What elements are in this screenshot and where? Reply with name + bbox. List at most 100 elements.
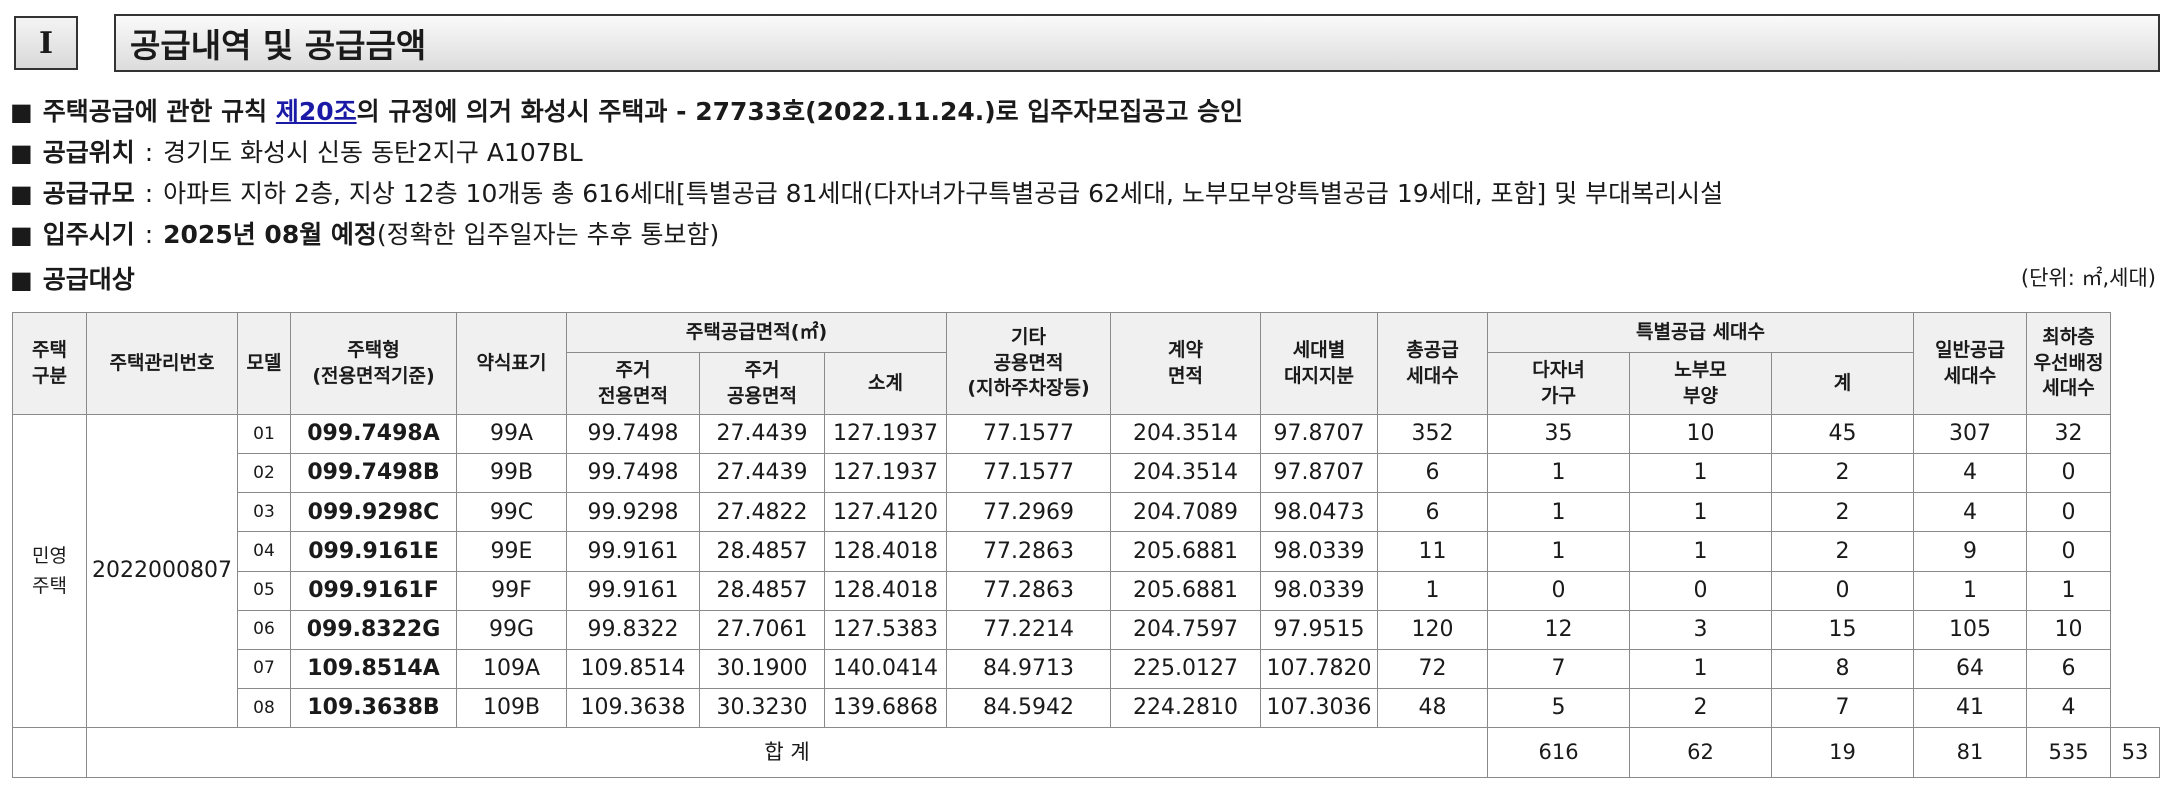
abbr-cell: 99C: [456, 492, 567, 533]
table-row: 민영 주택 2022000807 01 099.7498A 99A 99.7498 27.44…: [12, 413, 2160, 729]
general-cell: 4: [1913, 492, 2028, 533]
ssum-cell: 45: [1771, 413, 1915, 455]
parents-cell: 1: [1629, 492, 1773, 533]
other-cell: 84.5942: [946, 687, 1112, 729]
section-number: I: [14, 16, 78, 70]
total-cell: 6: [1377, 453, 1489, 494]
total-cell: 48: [1377, 687, 1489, 729]
ssum-cell: 8: [1771, 648, 1915, 689]
house-type-cell: 099.7498B: [290, 453, 457, 494]
contract-cell: 204.3514: [1110, 453, 1262, 494]
comm-cell: 27.4822: [699, 492, 825, 533]
table-row: 05 099.9161F 99F 99.9161 28.4857 128.4018 77.2…: [13, 570, 2160, 611]
other-cell: 77.1577: [946, 413, 1112, 455]
category-header: 주택 구분: [12, 312, 87, 415]
multi-cell: 35: [1487, 413, 1631, 455]
land-cell: 107.7820: [1260, 648, 1379, 689]
parents-cell: 3: [1629, 609, 1773, 650]
total-cell: 120: [1377, 609, 1489, 650]
lowest-cell: 4: [2026, 687, 2112, 729]
excl-cell: 99.7498: [566, 453, 700, 494]
general-supply-header: 일반공급 세대수: [1913, 312, 2028, 415]
sub-cell: 127.5383: [823, 609, 948, 650]
general-cell: 4: [1913, 453, 2028, 494]
model-cell: 03: [237, 492, 291, 533]
abbr-cell: 99E: [456, 531, 567, 572]
other-cell: 77.2214: [946, 609, 1112, 650]
lowest-cell: 0: [2026, 531, 2112, 572]
lowest-cell: 0: [2026, 492, 2112, 533]
supply-area-header: 주택공급면적(㎡): [565, 312, 948, 353]
lowest-cell: 32: [2026, 413, 2112, 455]
sub-cell: 128.4018: [823, 570, 948, 611]
lowest-floor-header: 최하층 우선배정 세대수: [2026, 312, 2112, 415]
table-row: 08 109.3638B 109B 109.3638 30.3230 139.6868 84…: [13, 687, 2160, 729]
sub-cell: 139.6868: [823, 687, 948, 729]
bullet-square-icon: ■: [10, 221, 33, 249]
bullet-square-icon: ■: [10, 139, 33, 167]
table-row: 04 099.9161E 99E 99.9161 28.4857 128.4018 77.2…: [13, 531, 2160, 572]
house-type-cell: 099.9161F: [290, 570, 457, 611]
multi-child-header: 다자녀 가구: [1487, 352, 1631, 415]
target-label: 공급대상: [42, 265, 135, 294]
model-cell: 06: [237, 609, 291, 650]
general-cell: 9: [1913, 531, 2028, 572]
land-cell: 98.0473: [1260, 492, 1379, 533]
total-cell: 11: [1377, 531, 1489, 572]
multi-cell: 1: [1487, 453, 1631, 494]
land-cell: 97.8707: [1260, 413, 1379, 455]
house-type-cell: 099.9161E: [290, 531, 457, 572]
general-cell: 307: [1913, 413, 2028, 455]
movein-note: (정확한 입주일자는 추후 통보함): [376, 220, 720, 249]
total-total-cell: 616: [1487, 727, 1631, 778]
other-cell: 77.2863: [946, 570, 1112, 611]
land-share-header: 세대별 대지지분: [1260, 312, 1379, 415]
bullet-square-icon: ■: [10, 98, 33, 126]
abbr-cell: 99B: [456, 453, 567, 494]
movein-date: 2025년 08월 예정: [163, 220, 377, 249]
rule-article-link[interactable]: 제20조: [276, 97, 357, 126]
parents-cell: 1: [1629, 648, 1773, 689]
bullet-square-icon: ■: [10, 180, 33, 208]
contract-cell: 204.3514: [1110, 413, 1262, 455]
location-value: 경기도 화성시 신동 동탄2지구 A107BL: [163, 138, 583, 167]
comm-cell: 28.4857: [699, 570, 825, 611]
general-cell: 1: [1913, 570, 2028, 611]
total-lowest-cell: 53: [2110, 727, 2160, 778]
target-bullet: ■ 공급대상: [10, 260, 135, 296]
ssum-cell: 2: [1771, 531, 1915, 572]
special-supply-header: 특별공급 세대수: [1487, 312, 1915, 353]
model-cell: 04: [237, 531, 291, 572]
total-cell: 6: [1377, 492, 1489, 533]
model-cell: 05: [237, 570, 291, 611]
contract-cell: 204.7089: [1110, 492, 1262, 533]
ssum-cell: 2: [1771, 453, 1915, 494]
comm-cell: 27.4439: [699, 453, 825, 494]
sub-cell: 127.1937: [823, 413, 948, 455]
other-cell: 77.2969: [946, 492, 1112, 533]
exclusive-area-header: 주거 전용면적: [566, 352, 700, 415]
model-cell: 01: [237, 413, 291, 455]
sub-cell: 127.1937: [823, 453, 948, 494]
model-header: 모델: [237, 312, 291, 415]
location-bullet: ■ 공급위치: 경기도 화성시 신동 동탄2지구 A107BL: [10, 138, 583, 167]
table-row: 07 109.8514A 109A 109.8514 30.1900 140.0414 84…: [13, 648, 2160, 689]
multi-cell: 1: [1487, 531, 1631, 572]
parents-cell: 1: [1629, 453, 1773, 494]
scale-value: 아파트 지하 2층, 지상 12층 10개동 총 616세대[특별공급 81세대…: [163, 179, 1724, 208]
total-ssum-cell: 81: [1913, 727, 2028, 778]
table-row: 03 099.9298C 99C 99.9298 27.4822 127.4120 77.2…: [13, 492, 2160, 533]
contract-cell: 205.6881: [1110, 570, 1262, 611]
land-cell: 98.0339: [1260, 531, 1379, 572]
mgmt-no-cell: 2022000807: [86, 413, 238, 729]
unit-note: (단위: ㎡,세대): [2020, 266, 2156, 290]
multi-cell: 7: [1487, 648, 1631, 689]
house-type-cell: 099.9298C: [290, 492, 457, 533]
lowest-cell: 1: [2026, 570, 2112, 611]
house-type-cell: 099.8322G: [290, 609, 457, 650]
general-cell: 64: [1913, 648, 2028, 689]
model-cell: 08: [237, 687, 291, 729]
house-type-cell: 109.8514A: [290, 648, 457, 689]
comm-cell: 30.3230: [699, 687, 825, 729]
other-cell: 77.1577: [946, 453, 1112, 494]
